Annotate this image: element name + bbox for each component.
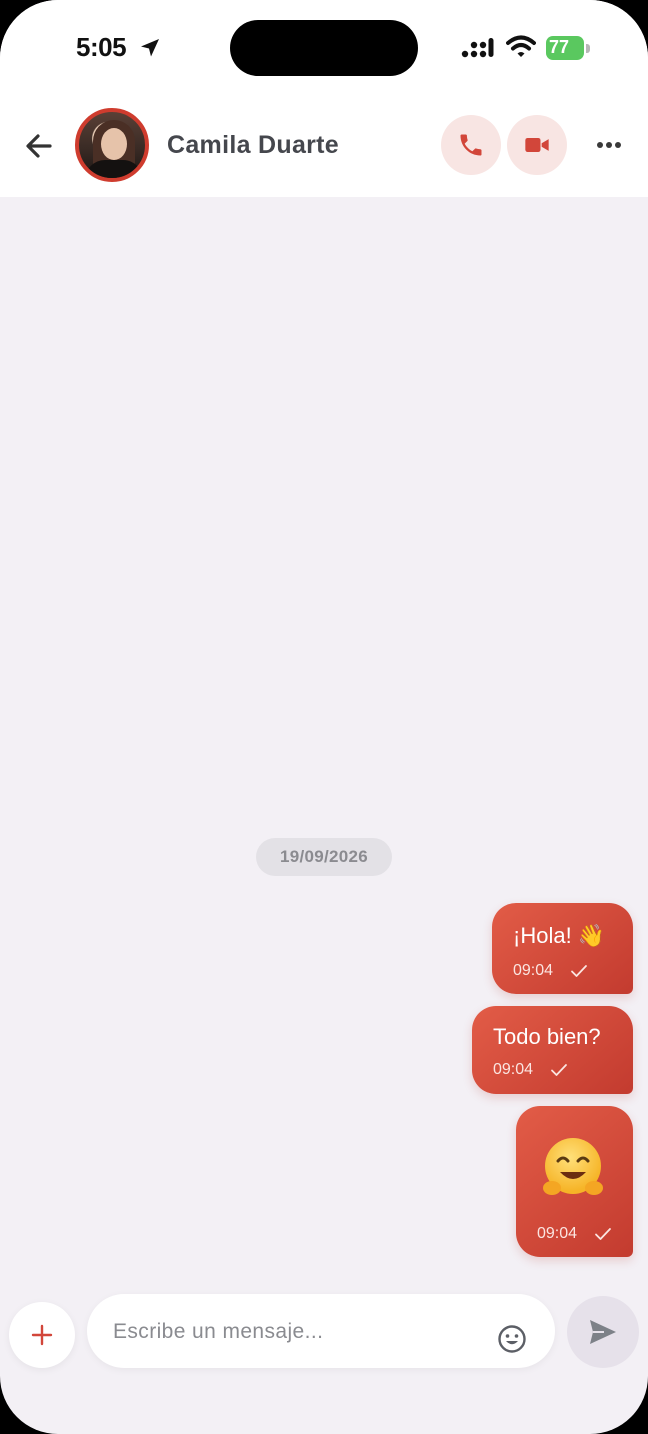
date-separator: 19/09/2026: [256, 838, 392, 876]
back-arrow-icon[interactable]: [20, 126, 60, 166]
message-input-container: [87, 1294, 555, 1368]
top-bar: 5:05 77 Camila Duarte: [0, 0, 648, 197]
contact-avatar[interactable]: [75, 108, 149, 182]
check-icon: [551, 1064, 567, 1076]
battery-percent: 77: [549, 37, 570, 57]
message-bubble[interactable]: Todo bien? 09:04: [472, 1006, 633, 1094]
status-time: 5:05: [76, 32, 127, 62]
battery-level: 77: [546, 36, 584, 60]
plus-icon: [31, 1324, 53, 1346]
message-time: 09:04: [513, 962, 554, 979]
voice-call-button[interactable]: [441, 115, 501, 175]
message-text: ¡Hola! 👋: [513, 923, 606, 948]
check-icon: [595, 1228, 611, 1240]
video-camera-icon: [525, 138, 549, 152]
location-arrow-icon: [141, 39, 159, 57]
dynamic-island: [230, 20, 418, 76]
video-call-button[interactable]: [507, 115, 567, 175]
message-bubble[interactable]: ¡Hola! 👋 09:04: [492, 903, 633, 994]
message-time: 09:04: [493, 1061, 534, 1078]
contact-name[interactable]: Camila Duarte: [167, 131, 339, 160]
smiley-icon[interactable]: [496, 1323, 528, 1355]
phone-icon: [460, 134, 482, 156]
avatar-shirt: [85, 160, 143, 178]
message-text: Todo bien?: [493, 1024, 601, 1049]
battery-charging-icon: 77: [546, 36, 590, 60]
message-time: 09:04: [537, 1225, 578, 1242]
emoji-message-bubble[interactable]: 09:04: [516, 1106, 633, 1257]
avatar-face: [101, 128, 127, 160]
send-button[interactable]: [567, 1296, 639, 1368]
more-dot: [606, 142, 612, 148]
attach-button[interactable]: [9, 1302, 75, 1368]
hugging-face-emoji: [543, 1138, 603, 1195]
send-icon: [590, 1320, 616, 1344]
message-input[interactable]: [111, 1312, 495, 1352]
wifi-icon: [506, 35, 536, 57]
more-dot: [615, 142, 621, 148]
battery-cap: [586, 44, 590, 53]
signal-icon: [461, 38, 494, 58]
phone-screen: 5:05 77 Camila Duarte 19/09/2026 ¡Hola! …: [0, 0, 648, 1434]
check-icon: [571, 965, 587, 977]
more-options-button[interactable]: [589, 128, 629, 162]
more-horizontal-icon: [597, 142, 603, 148]
